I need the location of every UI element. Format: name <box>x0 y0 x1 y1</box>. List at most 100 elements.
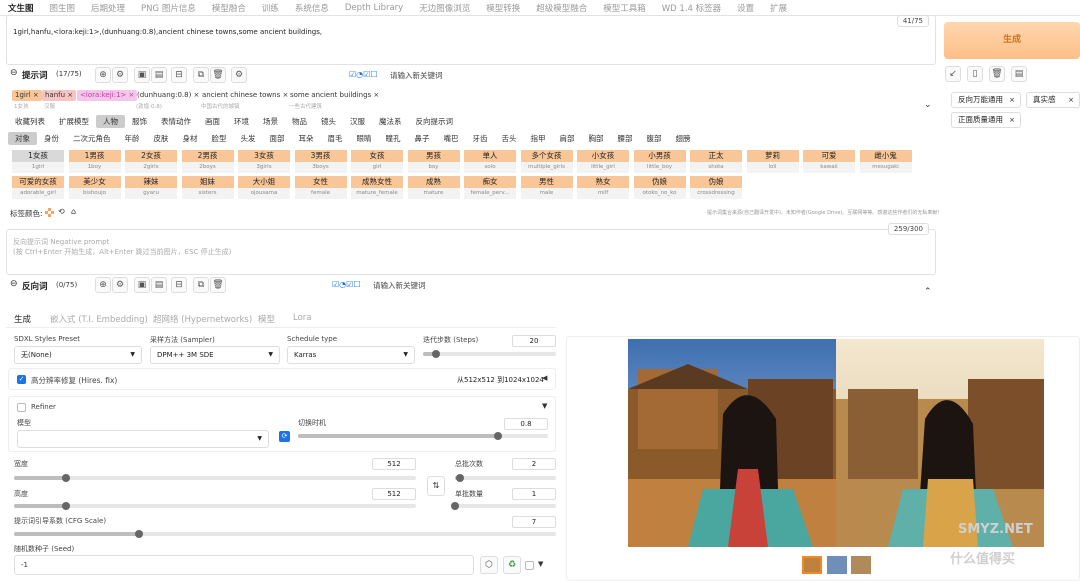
tab-model[interactable]: 模型 <box>258 313 275 325</box>
clipboard-icon[interactable]: ▤ <box>1011 66 1027 82</box>
globe-icon[interactable]: ⊕ <box>95 277 111 293</box>
sub-tab[interactable]: 皮肤 <box>147 132 176 145</box>
sub-tab[interactable]: 指甲 <box>524 132 553 145</box>
globe-icon[interactable]: ⊕ <box>95 67 111 83</box>
sub-tab[interactable]: 鼻子 <box>408 132 437 145</box>
refiner-checkbox[interactable] <box>17 403 26 412</box>
new-keyword-input[interactable]: 请输入新关键词 <box>373 280 426 291</box>
style-chip[interactable]: 反向万能通用 × <box>951 92 1021 108</box>
tab-hypernetworks[interactable]: 超网络 (Hypernetworks) <box>153 313 252 325</box>
gear-icon[interactable]: ⚙ <box>112 67 128 83</box>
category-tab[interactable]: 物品 <box>285 115 314 128</box>
negative-textarea[interactable]: 反向提示词 Negative prompt (按 Ctrl+Enter 开始生成… <box>6 223 936 275</box>
sub-tab[interactable]: 嘴巴 <box>437 132 466 145</box>
chip-hanfu[interactable]: hanfu × <box>42 90 77 101</box>
gear-icon[interactable]: ⚙ <box>112 277 128 293</box>
refiner-model-select[interactable]: ▼ <box>17 430 269 448</box>
collapse-icon[interactable]: ⊖ <box>10 68 18 78</box>
tag-button[interactable]: 可爱的女孩 adorable_girl <box>12 176 64 199</box>
category-tab[interactable]: 汉服 <box>343 115 372 128</box>
sub-tab[interactable]: 身份 <box>37 132 66 145</box>
reset-icon[interactable]: ⟲ <box>58 207 65 216</box>
top-tab[interactable]: 图生图 <box>42 2 84 14</box>
tag-button[interactable]: 正太 shota <box>690 150 742 173</box>
refresh-icon[interactable]: ⟳ <box>279 431 290 442</box>
tab-lora[interactable]: Lora <box>293 313 312 323</box>
top-tab[interactable]: Depth Library <box>337 3 411 13</box>
top-tab[interactable]: 后期处理 <box>83 2 133 14</box>
sub-tab[interactable]: 腰部 <box>611 132 640 145</box>
new-keyword-input[interactable]: 请输入新关键词 <box>390 70 443 81</box>
seed-extra-toggle-icon[interactable]: ▼ <box>538 560 543 568</box>
tag-button[interactable]: 单人 solo <box>464 150 516 173</box>
tag-button[interactable]: 熟女 milf <box>577 176 629 199</box>
width-input[interactable]: 512 <box>372 458 416 470</box>
sub-tab[interactable]: 耳朵 <box>292 132 321 145</box>
file-icon[interactable]: ▯ <box>967 66 983 82</box>
category-tab[interactable]: 收藏列表 <box>8 115 52 128</box>
category-tab[interactable]: 人物 <box>96 115 125 128</box>
category-tab[interactable]: 反向提示词 <box>409 115 461 128</box>
category-tab[interactable]: 服饰 <box>125 115 154 128</box>
sub-tab[interactable]: 年龄 <box>118 132 147 145</box>
copy-icon[interactable]: ⧉ <box>193 277 209 293</box>
collapse-up-icon[interactable]: ⌃ <box>924 287 932 297</box>
sub-tab[interactable]: 眉毛 <box>321 132 350 145</box>
top-tab[interactable]: 模型融合 <box>204 2 254 14</box>
top-tab[interactable]: 超级模型融合 <box>528 2 595 14</box>
tag-button[interactable]: 雌小鬼 mesugaki <box>859 150 912 173</box>
category-tab[interactable]: 镜头 <box>314 115 343 128</box>
switch-slider[interactable] <box>298 432 548 440</box>
tag-button[interactable]: 女性 female <box>294 176 347 199</box>
tag-button[interactable]: 辣妹 gyaru <box>125 176 177 199</box>
tag-button[interactable]: 1女孩 1girl <box>12 150 64 173</box>
tag-button[interactable]: 成熟女性 mature_female <box>351 176 403 199</box>
category-tab[interactable]: 扩展模型 <box>52 115 96 128</box>
tag-button[interactable]: 男孩 boy <box>407 150 460 173</box>
top-tab[interactable]: 扩展 <box>762 2 795 14</box>
refiner-toggle-icon[interactable]: ▼ <box>542 402 547 410</box>
sub-tab[interactable]: 腹部 <box>640 132 669 145</box>
style-chip[interactable]: 正面质量通用 × <box>951 112 1021 128</box>
home-icon[interactable]: ⌂ <box>71 207 76 216</box>
top-tab[interactable]: 无边图像浏览 <box>411 2 478 14</box>
arrow-icon[interactable]: ↙ <box>945 66 961 82</box>
sub-tab[interactable]: 对象 <box>8 132 37 145</box>
sdxl-select[interactable]: 无(None) ▼ <box>14 346 142 364</box>
tag-button[interactable]: 成熟 mature <box>407 176 460 199</box>
sub-tab[interactable]: 二次元角色 <box>66 132 118 145</box>
chip-lora[interactable]: <lora:keji:1> × <box>77 90 138 101</box>
category-tab[interactable]: 魔法系 <box>372 115 409 128</box>
chip-ancient-buildings[interactable]: some ancient buildings × <box>287 90 382 101</box>
chip-ancient-towns[interactable]: ancient chinese towns × <box>199 90 291 101</box>
tag-button[interactable]: 伪娘 crossdressing <box>690 176 742 199</box>
tag-button[interactable]: 1男孩 1boy <box>68 150 121 173</box>
top-tab[interactable]: 模型工具箱 <box>595 2 654 14</box>
tag-button[interactable]: 男性 male <box>520 176 573 199</box>
steps-slider[interactable] <box>423 350 556 358</box>
thumbnail[interactable] <box>851 556 871 574</box>
sub-tab[interactable]: 肩部 <box>553 132 582 145</box>
translate-icon[interactable]: ⊟ <box>171 67 187 83</box>
top-tab[interactable]: 系统信息 <box>287 2 337 14</box>
hires-checkbox[interactable]: ✓ <box>17 375 26 384</box>
tag-button[interactable]: 多个女孩 multiple_girls <box>520 150 573 173</box>
expand-icon[interactable]: ⌄ <box>924 100 932 110</box>
sub-tab[interactable]: 翅膀 <box>669 132 698 145</box>
tag-button[interactable]: 姐妹 sisters <box>181 176 234 199</box>
copy-icon[interactable]: ⧉ <box>193 67 209 83</box>
paste-icon[interactable]: ▤ <box>151 67 167 83</box>
category-tab[interactable]: 表情动作 <box>154 115 198 128</box>
generate-button[interactable]: 生成 <box>944 22 1080 59</box>
keyword-checkboxes[interactable]: ☑◔☑☐ <box>332 280 361 289</box>
batch-size-input[interactable]: 1 <box>512 488 556 500</box>
recycle-icon[interactable]: ♻ <box>503 556 521 574</box>
category-tab[interactable]: 场景 <box>256 115 285 128</box>
image-icon[interactable]: ▣ <box>134 67 150 83</box>
style-chip[interactable]: 真实感 × <box>1026 92 1080 108</box>
tag-button[interactable]: 痴女 female_perv... <box>464 176 516 199</box>
output-image[interactable] <box>628 339 1044 547</box>
tag-button[interactable]: 伪娘 otoko_no_ko <box>633 176 686 199</box>
swap-dimensions-button[interactable]: ⇅ <box>427 476 445 496</box>
hires-collapse-icon[interactable]: ◀ <box>542 374 547 382</box>
